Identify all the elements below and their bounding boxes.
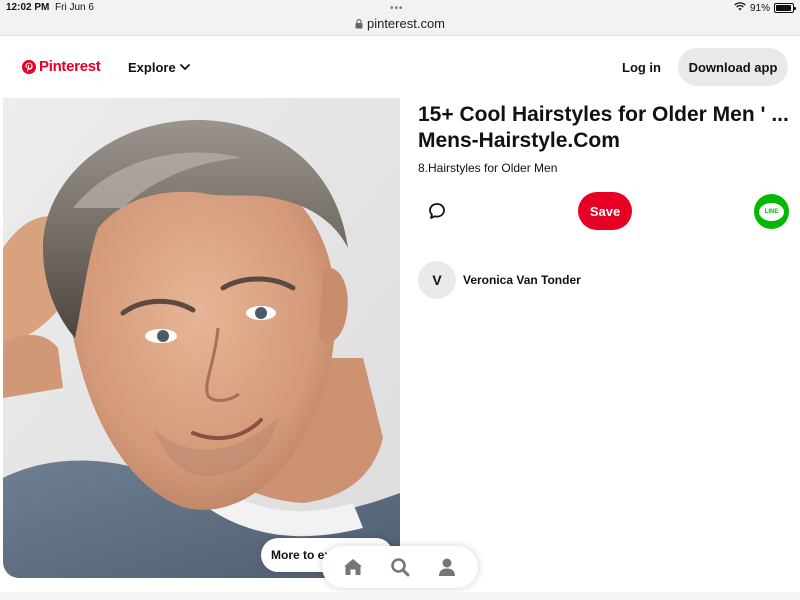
line-icon: LINE bbox=[759, 202, 784, 221]
browser-status-bar: 12:02 PM Fri Jun 6 ••• pinterest.com 91% bbox=[0, 0, 800, 36]
pin-image[interactable] bbox=[3, 98, 400, 578]
page: 12:02 PM Fri Jun 6 ••• pinterest.com 91%… bbox=[0, 0, 800, 600]
login-link[interactable]: Log in bbox=[622, 60, 661, 75]
bottom-nav-bar bbox=[322, 546, 478, 588]
search-icon bbox=[391, 558, 410, 577]
pin-title: 15+ Cool Hairstyles for Older Men ' ... … bbox=[418, 103, 789, 152]
url-text: pinterest.com bbox=[366, 16, 446, 31]
lock-icon bbox=[355, 17, 363, 32]
status-indicators: 91% bbox=[734, 2, 796, 14]
comment-button[interactable] bbox=[424, 198, 450, 224]
share-line-button[interactable]: LINE bbox=[754, 194, 789, 229]
pinterest-logo-icon bbox=[22, 59, 36, 74]
chevron-down-icon bbox=[179, 64, 190, 71]
save-button[interactable]: Save bbox=[578, 192, 632, 230]
logo-wordmark: Pinterest bbox=[39, 58, 101, 75]
download-app-button[interactable]: Download app bbox=[678, 48, 788, 86]
battery-fill bbox=[776, 5, 791, 11]
comment-icon bbox=[429, 203, 445, 219]
tab-dots-icon[interactable]: ••• bbox=[390, 3, 404, 14]
battery-percent: 91% bbox=[749, 2, 770, 14]
nav-home[interactable] bbox=[341, 555, 365, 579]
site-header: Pinterest Explore Log in Download app bbox=[0, 36, 800, 98]
person-icon bbox=[438, 558, 455, 576]
pin-description: 8.Hairstyles for Older Men bbox=[418, 161, 558, 175]
status-time: 12:02 PM bbox=[6, 2, 50, 13]
nav-search[interactable] bbox=[388, 555, 412, 579]
home-icon bbox=[344, 559, 363, 575]
pinterest-logo[interactable]: Pinterest bbox=[22, 58, 101, 75]
explore-label: Explore bbox=[128, 60, 176, 75]
address-bar[interactable]: pinterest.com bbox=[0, 16, 800, 32]
nav-profile[interactable] bbox=[435, 555, 459, 579]
author-avatar[interactable]: V bbox=[418, 261, 456, 299]
bottom-strip bbox=[0, 592, 800, 600]
author-name[interactable]: Veronica Van Tonder bbox=[463, 273, 581, 287]
status-date: Fri Jun 6 bbox=[55, 2, 94, 13]
wifi-icon bbox=[734, 2, 746, 14]
explore-menu[interactable]: Explore bbox=[128, 60, 190, 75]
battery-icon bbox=[774, 3, 796, 13]
